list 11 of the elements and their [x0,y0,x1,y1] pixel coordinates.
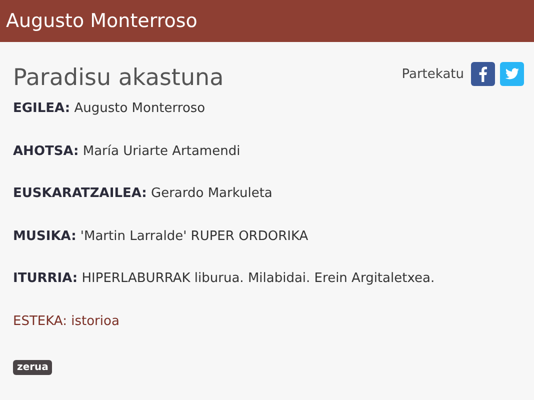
credit-line: AHOTSA: María Uriarte Artamendi [13,142,242,160]
tag-badge[interactable]: zerua [13,360,52,375]
credit-line: MUSIKA: 'Martin Larralde' RUPER ORDORIKA [13,228,310,246]
credit-line: EGILEA: Augusto Monterroso [13,100,206,118]
story-title: Paradisu akastuna [13,65,224,91]
credit-line: ITURRIA: HIPERLABURRAK liburua. Milabidai. Erein Argitaletxea. [13,270,436,288]
credit-line: EUSKARATZAILEA: Gerardo Markuleta [13,185,274,203]
share-label: Partekatu [402,66,464,82]
facebook-icon[interactable] [471,62,495,86]
header-title: Augusto Monterroso [6,10,198,32]
story-link[interactable]: ESTEKA: istorioa [13,312,120,355]
